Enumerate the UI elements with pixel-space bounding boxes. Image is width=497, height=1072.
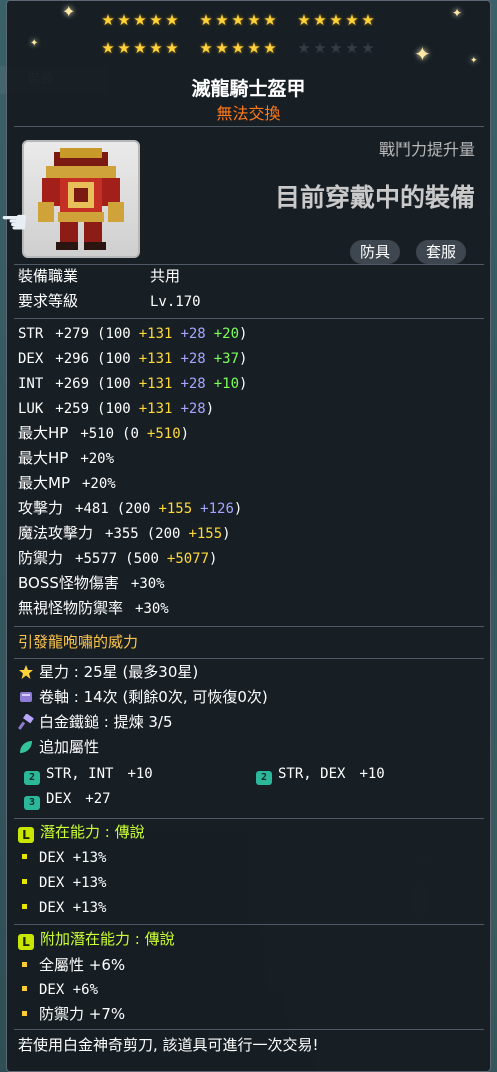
star-icon: ★: [101, 11, 115, 29]
equipped-status: 目前穿戴中的裝備: [274, 183, 475, 212]
star-group: ★ ★ ★ ★ ★: [100, 39, 180, 57]
star-icon: ★: [247, 11, 261, 29]
divider: [14, 818, 484, 819]
star-group: ★ ★ ★ ★ ★: [296, 39, 376, 57]
stat-row: DEX +296 (100 +131 +28 +37): [18, 351, 248, 367]
star-icon: ★: [101, 39, 115, 57]
sparkle-icon: ✦: [62, 2, 76, 21]
star-icon: ★: [117, 11, 131, 29]
star-group: ★ ★ ★ ★ ★: [296, 11, 376, 29]
potential-line: DEX +13%: [18, 898, 106, 918]
flame-line-2: 2 STR, DEX +10: [256, 764, 385, 785]
star-icon: ★: [361, 11, 375, 29]
flame-line-3: 3 DEX +27: [24, 789, 111, 810]
star-icon: ★: [149, 11, 163, 29]
star-icon: ★: [117, 39, 131, 57]
set-effect: 引發龍咆嘯的威力: [18, 633, 139, 651]
star-icon: ★: [199, 11, 213, 29]
potential-title: L 潛在能力 : 傳說: [18, 822, 145, 843]
trade-status: 無法交換: [216, 104, 281, 123]
legendary-icon: L: [18, 934, 34, 950]
sparkle-icon: ✦: [414, 42, 431, 66]
star-icon: ★: [297, 11, 311, 29]
star-icon: ★: [215, 39, 229, 57]
star-icon: ★: [231, 39, 245, 57]
star-icon: ★: [313, 11, 327, 29]
star-icon: ★: [313, 39, 327, 57]
stat-row: 最大HP +20%: [18, 449, 115, 467]
star-icon: ★: [149, 39, 163, 57]
scroll-icon: [18, 689, 34, 705]
star-icon: ★: [263, 39, 277, 57]
cursor-hand-icon: ☚: [0, 203, 29, 241]
star-icon: ★: [297, 39, 311, 57]
stat-row: BOSS怪物傷害 +30%: [18, 574, 165, 592]
req-job: 裝備職業 共用: [18, 267, 181, 285]
stat-row: STR +279 (100 +131 +28 +20): [18, 326, 248, 342]
star-icon: ★: [165, 11, 179, 29]
divider: [14, 318, 484, 319]
bonus-potential-line: DEX +6%: [18, 980, 98, 1000]
legendary-icon: L: [18, 827, 34, 843]
leaf-icon: [18, 739, 34, 755]
stat-row: INT +269 (100 +131 +28 +10): [18, 376, 248, 392]
star-icon: ★: [215, 11, 229, 29]
bonus-potential-line: 防禦力 +7%: [18, 1004, 125, 1024]
potential-line: DEX +13%: [18, 873, 106, 893]
starforce-line: 星力 : 25星 (最多30星): [18, 662, 198, 682]
star-icon: ★: [133, 11, 147, 29]
flame-title: 追加屬性: [18, 737, 99, 757]
item-name: 滅龍騎士盔甲: [191, 78, 306, 100]
scroll-line: 卷軸 : 14次 (剩餘0次, 可恢復0次): [18, 687, 268, 707]
scissors-hint: 若使用白金神奇剪刀, 該道具可進行一次交易!: [18, 1036, 319, 1054]
tag-armor: 防具: [350, 240, 401, 264]
sparkle-icon: ✦: [30, 38, 39, 49]
stat-row: 最大MP +20%: [18, 474, 116, 492]
stat-row: 魔法攻擊力 +355 (200 +155): [18, 524, 231, 542]
stat-row: 防禦力 +5577 (500 +5077): [18, 549, 218, 567]
combat-power-label: 戰鬥力提升量: [378, 140, 475, 159]
tier-badge-icon: 3: [24, 796, 40, 810]
armor-icon: [38, 148, 124, 250]
stat-row: 攻擊力 +481 (200 +155 +126): [18, 499, 243, 517]
hammer-line: 白金鐵鎚 : 提煉 3/5: [18, 712, 173, 732]
star-icon: [18, 664, 34, 680]
req-level: 要求等級 Lv.170: [18, 292, 201, 310]
sparkle-icon: ✦: [470, 56, 478, 66]
tier-badge-icon: 2: [256, 771, 272, 785]
star-icon: ★: [133, 39, 147, 57]
sparkle-icon: ✦: [452, 6, 463, 20]
divider: [14, 658, 484, 659]
star-icon: ★: [361, 39, 375, 57]
star-icon: ★: [345, 39, 359, 57]
star-group: ★ ★ ★ ★ ★: [100, 11, 180, 29]
divider: [14, 626, 484, 627]
item-icon-frame: [22, 140, 140, 258]
divider: [14, 264, 484, 265]
stat-row: 最大HP +510 (0 +510): [18, 424, 190, 442]
bonus-potential-title: L 附加潛在能力 : 傳說: [18, 929, 175, 950]
bonus-potential-line: 全屬性 +6%: [18, 955, 125, 975]
star-icon: ★: [247, 39, 261, 57]
star-icon: ★: [165, 39, 179, 57]
star-icon: ★: [345, 11, 359, 29]
star-icon: ★: [329, 39, 343, 57]
star-icon: ★: [231, 11, 245, 29]
star-group: ★ ★ ★ ★ ★: [198, 11, 278, 29]
stat-row: 無視怪物防禦率 +30%: [18, 599, 169, 617]
hammer-icon: [18, 713, 34, 730]
potential-line: DEX +13%: [18, 848, 106, 868]
stat-row: LUK +259 (100 +131 +28): [18, 401, 215, 417]
star-icon: ★: [199, 39, 213, 57]
divider: [14, 1029, 484, 1030]
tag-set: 套服: [416, 240, 467, 264]
divider: [14, 924, 484, 925]
flame-line-1: 2 STR, INT +10: [24, 764, 153, 785]
starforce-stars: ★ ★ ★ ★ ★ ★ ★ ★ ★ ★ ★ ★ ★ ★ ★ ★ ★ ★ ★ ★ ★ ★ ★ ★ ★ ★ ★ ★ ★ ★: [100, 10, 430, 66]
divider: [14, 126, 484, 127]
star-group: ★ ★ ★ ★ ★: [198, 39, 278, 57]
star-icon: ★: [329, 11, 343, 29]
star-icon: ★: [263, 11, 277, 29]
tier-badge-icon: 2: [24, 771, 40, 785]
